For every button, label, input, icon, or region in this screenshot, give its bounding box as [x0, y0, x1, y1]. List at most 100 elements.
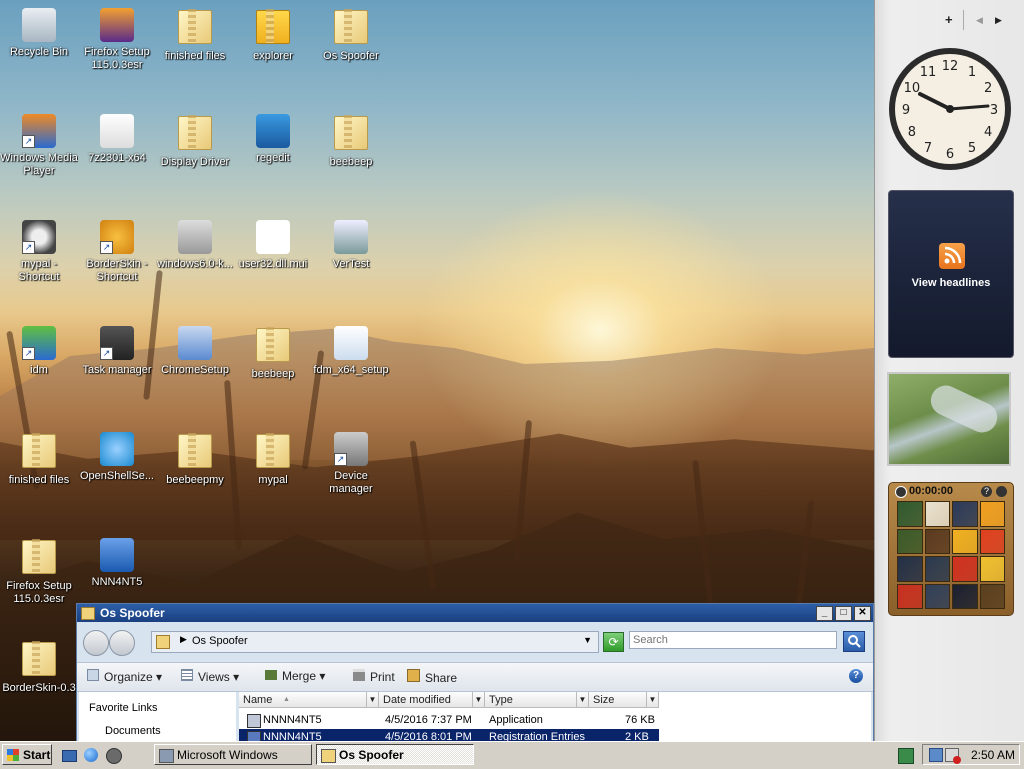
column-header-size[interactable]: Size ▼	[589, 692, 659, 708]
desktop-icon[interactable]: ↗ Windows Media Player	[0, 108, 78, 208]
desktop-icon[interactable]: ↗ Device manager	[312, 426, 390, 526]
merge-button[interactable]: Merge ▾	[265, 669, 325, 683]
address-box[interactable]: ▶ Os Spoofer ▼	[151, 631, 599, 653]
desktop-icon[interactable]: fdm_x64_setup	[312, 320, 390, 420]
clock-number: 6	[946, 147, 954, 162]
desktop-icon[interactable]: Firefox Setup 115.0.3esr	[78, 2, 156, 102]
breadcrumb-chevron-icon[interactable]: ▶	[180, 634, 187, 645]
desktop-icon[interactable]: finished files	[0, 426, 78, 526]
desktop-icon[interactable]: Firefox Setup 115.0.3esr	[0, 532, 78, 632]
puzzle-help-icon[interactable]: ?	[981, 486, 992, 497]
browser-quicklaunch-icon[interactable]	[84, 748, 98, 762]
desktop-icon[interactable]: beebeep	[312, 108, 390, 208]
share-button[interactable]: Share	[407, 669, 457, 685]
desktop-icon[interactable]: Os Spoofer	[312, 2, 390, 102]
feed-label: View headlines	[911, 277, 991, 289]
start-button[interactable]: Start	[2, 744, 52, 765]
column-header-name[interactable]: Name ▲ ▼	[239, 692, 379, 708]
show-desktop-icon[interactable]	[62, 750, 77, 762]
desktop-icon[interactable]: ChromeSetup	[156, 320, 234, 420]
search-input[interactable]	[629, 631, 837, 649]
puzzle-tile[interactable]	[924, 528, 950, 554]
print-button[interactable]: Print	[353, 669, 395, 684]
puzzle-tile[interactable]	[897, 501, 923, 527]
puzzle-tile[interactable]	[979, 501, 1005, 527]
desktop-icon[interactable]: windows6.0-k...	[156, 214, 234, 314]
network-icon[interactable]	[929, 748, 943, 762]
puzzle-tile[interactable]	[924, 556, 950, 582]
puzzle-tile[interactable]	[952, 556, 978, 582]
puzzle-tile[interactable]	[952, 501, 978, 527]
help-icon[interactable]: ?	[849, 669, 863, 683]
desktop-icon[interactable]: BorderSkin-0.3	[0, 634, 78, 734]
desktop-icon[interactable]: user32.dll.mui	[234, 214, 312, 314]
search-icon[interactable]	[843, 631, 865, 652]
puzzle-tile[interactable]	[979, 583, 1005, 609]
forward-button[interactable]	[109, 630, 135, 656]
desktop-icon[interactable]: ↗ Task manager	[78, 320, 156, 420]
desktop-icon[interactable]: finished files	[156, 2, 234, 102]
puzzle-tile[interactable]	[979, 556, 1005, 582]
desktop-icon[interactable]: Recycle Bin	[0, 2, 78, 102]
volume-muted-icon[interactable]	[945, 748, 961, 764]
puzzle-tile[interactable]	[897, 583, 923, 609]
desktop-icon[interactable]: Display Driver	[156, 108, 234, 208]
puzzle-tile[interactable]	[952, 528, 978, 554]
close-button[interactable]: ✕	[854, 605, 871, 621]
picture-puzzle-gadget[interactable]: 00:00:00 ?	[888, 482, 1014, 616]
tray-app-icon[interactable]	[898, 748, 914, 764]
desktop-icon[interactable]: regedit	[234, 108, 312, 208]
puzzle-tile[interactable]	[924, 583, 950, 609]
desktop-icon[interactable]: OpenShellSe...	[78, 426, 156, 526]
borderskin-icon: ↗	[100, 220, 134, 254]
breadcrumb-os-spoofer[interactable]: Os Spoofer	[192, 635, 248, 647]
desktop-icon[interactable]: mypal	[234, 426, 312, 526]
desktop-icon[interactable]: explorer	[234, 2, 312, 102]
file-list[interactable]: Name ▲ ▼ Date modified ▼ Type ▼ Size ▼ NNNN4N…	[239, 692, 871, 742]
prev-gadget-button[interactable]: ◀	[976, 15, 983, 26]
desktop-icon[interactable]: 7z2301-x64	[78, 108, 156, 208]
taskbar-button[interactable]: Os Spoofer	[316, 744, 474, 765]
views-button[interactable]: Views ▾	[181, 669, 239, 684]
desktop-icon[interactable]: ↗ idm	[0, 320, 78, 420]
explorer-title-bar[interactable]: Os Spoofer _ □ ✕	[77, 604, 873, 622]
puzzle-tile[interactable]	[952, 583, 978, 609]
printer-icon	[353, 669, 365, 681]
puzzle-pause-icon[interactable]	[996, 486, 1007, 497]
taskbar-clock[interactable]: 2:50 AM	[971, 748, 1015, 762]
desktop-icon[interactable]: ↗ mypal - Shortcut	[0, 214, 78, 314]
maximize-button[interactable]: □	[835, 605, 852, 621]
next-gadget-button[interactable]: ▶	[995, 15, 1002, 26]
taskbar-button[interactable]: Microsoft Windows	[154, 744, 312, 765]
clock-number: 9	[902, 103, 910, 118]
puzzle-tile[interactable]	[924, 501, 950, 527]
refresh-icon[interactable]: ⟳	[603, 632, 624, 652]
explorer-window[interactable]: Os Spoofer _ □ ✕ ▶ Os Spoofer ▼ ⟳ Organi…	[76, 603, 874, 743]
raccoon-quicklaunch-icon[interactable]	[106, 748, 122, 764]
minimize-button[interactable]: _	[816, 605, 833, 621]
column-header-type[interactable]: Type ▼	[485, 692, 589, 708]
column-header-date[interactable]: Date modified ▼	[379, 692, 485, 708]
desktop-icon[interactable]: beebeep	[234, 320, 312, 420]
column-filter-icon: ▼	[472, 692, 484, 708]
puzzle-tile[interactable]	[897, 528, 923, 554]
file-row[interactable]: NNNN4NT5 4/5/2016 7:37 PM Application 76 KB	[239, 712, 659, 728]
device-manager-icon: ↗	[334, 432, 368, 466]
feed-headlines-gadget[interactable]: View headlines	[888, 190, 1014, 358]
desktop-icon[interactable]: ↗ BorderSkin - Shortcut	[78, 214, 156, 314]
back-button[interactable]	[83, 630, 109, 656]
desktop-icon[interactable]: beebeepmy	[156, 426, 234, 526]
nav-link-documents[interactable]: Documents	[105, 725, 161, 737]
clock-face: 12 12 3 45678 9 1011	[889, 48, 1011, 170]
organize-button[interactable]: Organize ▾	[87, 669, 162, 684]
address-dropdown-icon[interactable]: ▼	[583, 635, 592, 645]
slideshow-gadget[interactable]	[887, 372, 1011, 466]
stream-image	[925, 380, 1003, 438]
application-file-icon	[247, 714, 261, 728]
add-gadget-button[interactable]: +	[945, 12, 953, 27]
desktop-icon-label: beebeep	[329, 156, 373, 168]
puzzle-tile[interactable]	[897, 556, 923, 582]
desktop-icon[interactable]: VerTest	[312, 214, 390, 314]
puzzle-tile[interactable]	[979, 528, 1005, 554]
clock-gadget[interactable]: 12 1 2 3 4 5 6 7 8 9 10 11	[887, 46, 1013, 172]
